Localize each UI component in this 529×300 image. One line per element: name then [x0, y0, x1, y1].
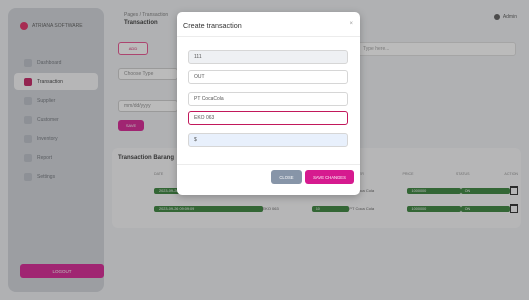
divider [177, 164, 360, 165]
supplier-field[interactable]: PT CocaCola [188, 92, 348, 106]
close-button[interactable]: CLOSE [271, 170, 302, 184]
close-icon[interactable]: × [349, 21, 353, 27]
create-transaction-modal: Create transaction × 111 OUT PT CocaCola… [177, 12, 360, 195]
divider [177, 36, 360, 37]
save-changes-button[interactable]: SAVE CHANGES [305, 170, 354, 184]
kode-field[interactable]: EKO 063 [188, 111, 348, 125]
price-field[interactable]: $ [188, 133, 348, 147]
id-field[interactable]: 111 [188, 50, 348, 64]
type-field[interactable]: OUT [188, 70, 348, 84]
modal-title: Create transaction [183, 21, 242, 30]
